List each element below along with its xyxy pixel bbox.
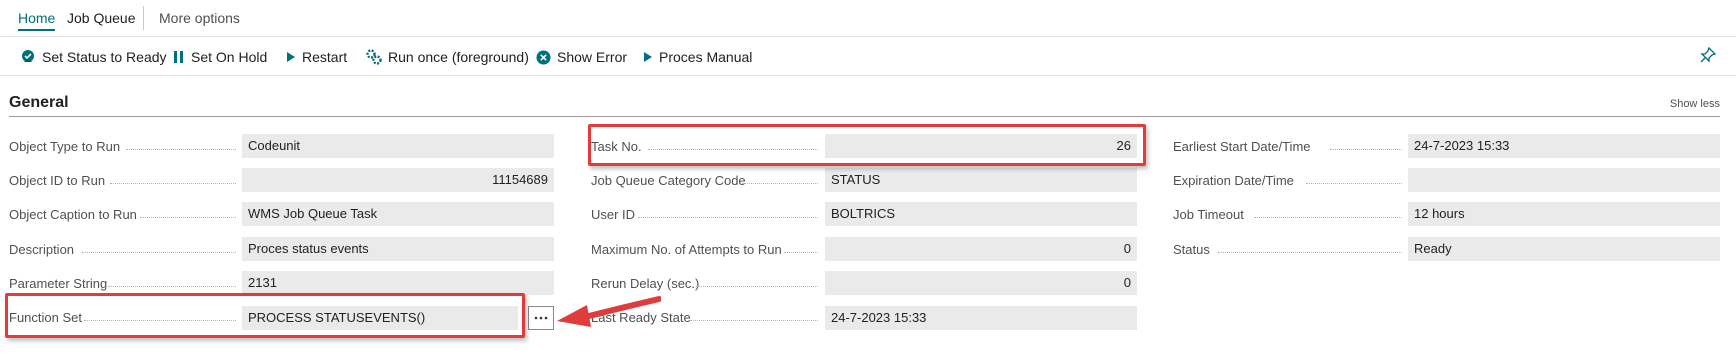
- category-code-field[interactable]: STATUS: [825, 168, 1137, 192]
- rerun-delay-field[interactable]: 0: [825, 271, 1137, 295]
- function-set-lookup-button[interactable]: [528, 306, 554, 330]
- leader-dots: [1218, 252, 1402, 254]
- leader-dots: [1306, 183, 1402, 185]
- error-circle-icon: [536, 50, 551, 64]
- section-divider: [9, 116, 1720, 117]
- field-label-description: Description: [9, 242, 75, 257]
- run-once-label: Run once (foreground): [388, 49, 529, 65]
- show-error-label: Show Error: [557, 49, 628, 65]
- leader-dots: [140, 217, 236, 219]
- earliest-start-field[interactable]: 24-7-2023 15:33: [1408, 134, 1720, 158]
- max-attempts-field[interactable]: 0: [825, 237, 1137, 261]
- restart-label: Restart: [302, 49, 348, 65]
- tab-job-queue[interactable]: Job Queue: [67, 10, 136, 26]
- set-on-hold-button[interactable]: Set On Hold: [173, 48, 267, 66]
- ellipsis-icon: [534, 316, 548, 320]
- run-gears-icon: [366, 49, 382, 65]
- show-less-link[interactable]: Show less: [1670, 98, 1720, 110]
- leader-dots: [108, 286, 236, 288]
- field-label-expiration: Expiration Date/Time: [1173, 173, 1294, 188]
- pause-icon: [174, 51, 183, 63]
- parameter-string-field[interactable]: 2131: [242, 271, 554, 295]
- proces-manual-label: Proces Manual: [659, 49, 753, 65]
- description-field[interactable]: Proces status events: [242, 237, 554, 261]
- field-label-object-type: Object Type to Run: [9, 139, 121, 154]
- leader-dots: [82, 252, 236, 254]
- expiration-field[interactable]: [1408, 168, 1720, 192]
- section-title-general: General: [9, 94, 69, 111]
- field-label-object-caption: Object Caption to Run: [9, 207, 137, 222]
- status-field[interactable]: Ready: [1408, 237, 1720, 261]
- leader-dots: [784, 252, 818, 254]
- field-label-user-id: User ID: [591, 207, 636, 222]
- tab-more-options[interactable]: More options: [159, 10, 240, 26]
- pin-icon[interactable]: [1700, 47, 1716, 63]
- annotation-arrow: [557, 296, 661, 327]
- last-ready-state-field[interactable]: 24-7-2023 15:33: [825, 306, 1137, 330]
- set-status-ready-button[interactable]: Set Status to Ready: [20, 48, 167, 66]
- tab-divider: [143, 6, 144, 30]
- field-label-job-timeout: Job Timeout: [1173, 207, 1244, 222]
- user-id-field[interactable]: BOLTRICS: [825, 202, 1137, 226]
- tab-home[interactable]: Home: [18, 10, 56, 31]
- object-type-field[interactable]: Codeunit: [242, 134, 554, 158]
- field-label-earliest-start: Earliest Start Date/Time: [1173, 139, 1311, 154]
- run-once-foreground-button[interactable]: Run once (foreground): [366, 48, 529, 66]
- leader-dots: [638, 217, 818, 219]
- task-no-highlight: [588, 124, 1146, 166]
- field-label-object-id: Object ID to Run: [9, 173, 106, 188]
- field-label-rerun-delay: Rerun Delay (sec.): [591, 276, 700, 291]
- leader-dots: [110, 183, 236, 185]
- leader-dots: [696, 286, 818, 288]
- field-label-status: Status: [1173, 242, 1210, 257]
- leader-dots: [126, 149, 236, 151]
- field-label-max-attempts: Maximum No. of Attempts to Run: [591, 242, 782, 257]
- restart-button[interactable]: Restart: [286, 48, 347, 66]
- action-bar: Set Status to Ready Set On Hold Restart …: [0, 37, 1736, 76]
- leader-dots: [690, 320, 818, 322]
- set-on-hold-label: Set On Hold: [191, 49, 268, 65]
- play-icon: [644, 52, 652, 62]
- status-ready-icon: [22, 50, 34, 62]
- leader-dots: [742, 183, 818, 185]
- leader-dots: [1330, 149, 1402, 151]
- show-error-button[interactable]: Show Error: [536, 48, 627, 66]
- field-label-parameter-string: Parameter String: [9, 276, 108, 291]
- leader-dots: [1254, 217, 1402, 219]
- play-icon: [287, 52, 295, 62]
- set-status-ready-label: Set Status to Ready: [42, 49, 167, 65]
- tab-bar: Home Job Queue More options: [0, 0, 1736, 37]
- proces-manual-button[interactable]: Proces Manual: [643, 48, 752, 66]
- function-set-highlight: [5, 293, 525, 338]
- object-id-field[interactable]: 11154689: [242, 168, 554, 192]
- job-timeout-field[interactable]: 12 hours: [1408, 202, 1720, 226]
- object-caption-field[interactable]: WMS Job Queue Task: [242, 202, 554, 226]
- field-label-category-code: Job Queue Category Code: [591, 173, 746, 188]
